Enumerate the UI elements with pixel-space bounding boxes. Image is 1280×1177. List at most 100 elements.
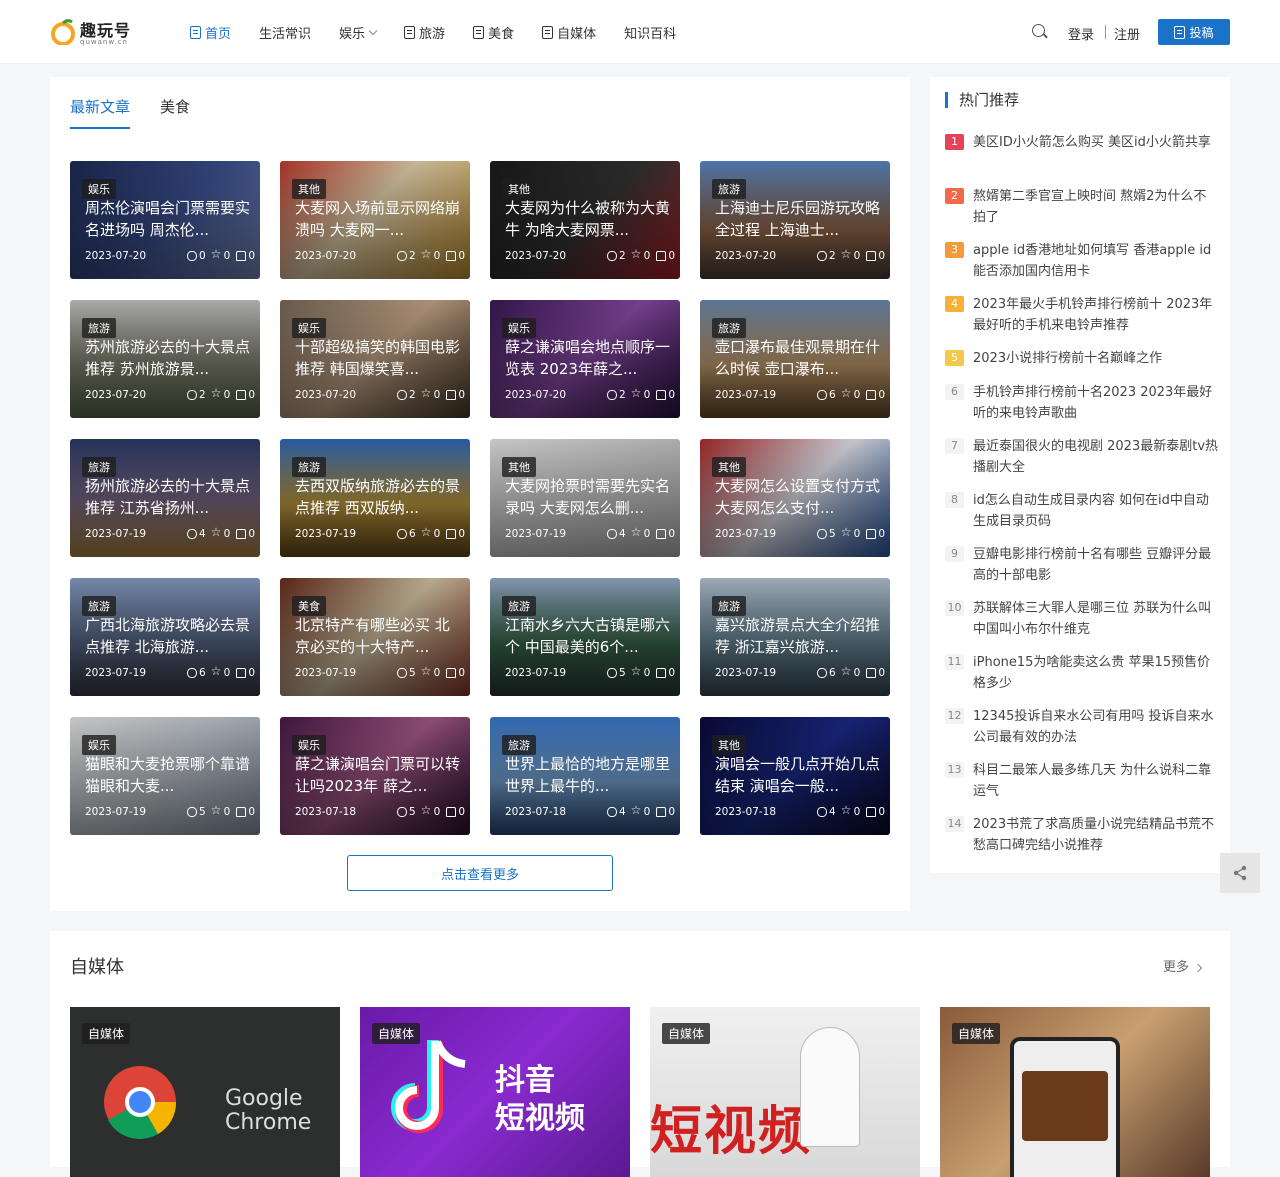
site-logo[interactable]: 趣玩号 quwanw.cn	[50, 17, 140, 49]
view-count: 6	[828, 389, 836, 401]
category-badge[interactable]: 旅游	[292, 457, 326, 477]
view-count: 5	[618, 667, 626, 679]
card-title[interactable]: 薛之谦演唱会地点顺序一览表 2023年薛之...	[505, 336, 670, 380]
article-card[interactable]: 娱乐十部超级搞笑的韩国电影推荐 韩国爆笑喜... 2023-07-20 2 0 0	[280, 300, 470, 418]
view-count: 6	[828, 667, 836, 679]
login-link[interactable]: 登录	[1068, 24, 1094, 43]
category-badge[interactable]: 旅游	[82, 457, 116, 477]
article-card[interactable]: 其他大麦网入场前显示网络崩溃吗 大麦网一... 2023-07-20 2 0 0	[280, 161, 470, 279]
category-badge[interactable]: 旅游	[712, 596, 746, 616]
card-title[interactable]: 大麦网怎么设置支付方式 大麦网怎么支付...	[715, 475, 880, 519]
media-card[interactable]: Google Chrome 自媒体	[70, 1007, 340, 1177]
more-link[interactable]: 更多	[1163, 956, 1203, 975]
nav-item-2[interactable]: 娱乐	[339, 0, 378, 64]
card-title[interactable]: 扬州旅游必去的十大景点推荐 江苏省扬州...	[85, 475, 250, 519]
nav-item-3[interactable]: 旅游	[404, 0, 445, 64]
article-card[interactable]: 其他大麦网为什么被称为大黄牛 为啥大麦网票... 2023-07-20 2 0 0	[490, 161, 680, 279]
article-card[interactable]: 旅游广西北海旅游攻略必去景点推荐 北海旅游... 2023-07-19 6 0 0	[70, 578, 260, 696]
media-card[interactable]: 自媒体	[940, 1007, 1210, 1177]
card-title[interactable]: 广西北海旅游攻略必去景点推荐 北海旅游...	[85, 614, 250, 658]
category-badge[interactable]: 其他	[712, 457, 746, 477]
article-card[interactable]: 旅游壶口瀑布最佳观景期在什么时候 壶口瀑布... 2023-07-19 6 0 0	[700, 300, 890, 418]
category-badge[interactable]: 其他	[292, 179, 326, 199]
star-count: 0	[223, 389, 231, 401]
card-title[interactable]: 十部超级搞笑的韩国电影推荐 韩国爆笑喜...	[295, 336, 460, 380]
hot-item-title: 美区ID小火箭怎么购买 美区id小火箭共享	[973, 135, 1211, 150]
card-meta: 2023-07-19 5 0 0	[715, 525, 885, 540]
load-more-button[interactable]: 点击查看更多	[347, 855, 613, 891]
thumbs-up-icon	[446, 251, 457, 261]
card-title[interactable]: 薛之谦演唱会门票可以转让吗2023年 薛之...	[295, 753, 460, 797]
article-card[interactable]: 旅游世界上最恰的地方是哪里 世界上最牛的... 2023-07-18 4 0 0	[490, 717, 680, 835]
category-badge[interactable]: 自媒体	[372, 1023, 421, 1044]
category-badge[interactable]: 旅游	[502, 596, 536, 616]
card-title[interactable]: 大麦网抢票时需要先实名录吗 大麦网怎么删...	[505, 475, 670, 519]
card-title[interactable]: 大麦网为什么被称为大黄牛 为啥大麦网票...	[505, 197, 670, 241]
category-badge[interactable]: 旅游	[82, 318, 116, 338]
card-title[interactable]: 苏州旅游必去的十大景点推荐 苏州旅游景...	[85, 336, 250, 380]
article-card[interactable]: 旅游江南水乡六大古镇是哪六个 中国最美的6个... 2023-07-19 5 0 0	[490, 578, 680, 696]
article-card[interactable]: 其他大麦网怎么设置支付方式 大麦网怎么支付... 2023-07-19 5 0 0	[700, 439, 890, 557]
article-card[interactable]: 旅游扬州旅游必去的十大景点推荐 江苏省扬州... 2023-07-19 4 0 0	[70, 439, 260, 557]
card-title[interactable]: 世界上最恰的地方是哪里 世界上最牛的...	[505, 753, 670, 797]
article-card[interactable]: 旅游嘉兴旅游景点大全介绍推荐 浙江嘉兴旅游... 2023-07-19 6 0 0	[700, 578, 890, 696]
media-card[interactable]: 抖音 短视频 自媒体	[360, 1007, 630, 1177]
category-badge[interactable]: 旅游	[712, 318, 746, 338]
like-count: 0	[458, 806, 465, 818]
star-icon	[211, 664, 222, 678]
post-button[interactable]: 投稿	[1158, 19, 1230, 45]
card-title[interactable]: 猫眼和大麦抢票哪个靠谱 猫眼和大麦...	[85, 753, 250, 797]
card-title[interactable]: 壶口瀑布最佳观景期在什么时候 壶口瀑布...	[715, 336, 880, 380]
card-title[interactable]: 大麦网入场前显示网络崩溃吗 大麦网一...	[295, 197, 460, 241]
category-badge[interactable]: 旅游	[82, 596, 116, 616]
article-card[interactable]: 娱乐周杰伦演唱会门票需要实名进场吗 周杰伦... 2023-07-20 0 0 0	[70, 161, 260, 279]
article-card[interactable]: 旅游去西双版纳旅游必去的景点推荐 西双版纳... 2023-07-19 6 0 0	[280, 439, 470, 557]
category-badge[interactable]: 美食	[292, 596, 326, 616]
category-badge[interactable]: 娱乐	[502, 318, 536, 338]
category-badge[interactable]: 娱乐	[82, 179, 116, 199]
category-badge[interactable]: 旅游	[502, 735, 536, 755]
card-meta: 2023-07-20 2 0 0	[505, 247, 675, 262]
star-count: 0	[853, 806, 861, 818]
article-card[interactable]: 旅游苏州旅游必去的十大景点推荐 苏州旅游景... 2023-07-20 2 0 0	[70, 300, 260, 418]
card-title[interactable]: 嘉兴旅游景点大全介绍推荐 浙江嘉兴旅游...	[715, 614, 880, 658]
article-card[interactable]: 其他演唱会一般几点开始几点结束 演唱会一般... 2023-07-18 4 0 0	[700, 717, 890, 835]
card-title[interactable]: 北京特产有哪些必买 北京必买的十大特产...	[295, 614, 460, 658]
thumbs-up-icon	[866, 390, 877, 400]
nav-item-0[interactable]: 首页	[190, 0, 231, 64]
category-badge[interactable]: 自媒体	[82, 1023, 131, 1044]
view-count: 4	[618, 806, 626, 818]
card-title[interactable]: 演唱会一般几点开始几点结束 演唱会一般...	[715, 753, 880, 797]
category-badge[interactable]: 娱乐	[82, 735, 116, 755]
category-badge[interactable]: 其他	[712, 735, 746, 755]
tab-food[interactable]: 美食	[160, 96, 190, 129]
card-title[interactable]: 周杰伦演唱会门票需要实名进场吗 周杰伦...	[85, 197, 250, 241]
view-count: 4	[618, 528, 626, 540]
thumbs-up-icon	[236, 807, 247, 817]
card-title[interactable]: 江南水乡六大古镇是哪六个 中国最美的6个...	[505, 614, 670, 658]
card-title[interactable]: 去西双版纳旅游必去的景点推荐 西双版纳...	[295, 475, 460, 519]
article-card[interactable]: 娱乐薛之谦演唱会门票可以转让吗2023年 薛之... 2023-07-18 5 0 0	[280, 717, 470, 835]
tab-latest[interactable]: 最新文章	[70, 96, 131, 129]
nav-item-5[interactable]: 自媒体	[542, 0, 596, 64]
nav-item-6[interactable]: 知识百科	[624, 0, 676, 64]
article-card[interactable]: 娱乐薛之谦演唱会地点顺序一览表 2023年薛之... 2023-07-20 2 0 0	[490, 300, 680, 418]
category-badge[interactable]: 自媒体	[952, 1023, 1001, 1044]
category-badge[interactable]: 旅游	[712, 179, 746, 199]
search-icon[interactable]	[1032, 24, 1048, 40]
category-badge[interactable]: 其他	[502, 179, 536, 199]
category-badge[interactable]: 自媒体	[662, 1023, 711, 1044]
article-card[interactable]: 娱乐猫眼和大麦抢票哪个靠谱 猫眼和大麦... 2023-07-19 5 0 0	[70, 717, 260, 835]
category-badge[interactable]: 娱乐	[292, 735, 326, 755]
article-card[interactable]: 其他大麦网抢票时需要先实名录吗 大麦网怎么删... 2023-07-19 4 0 0	[490, 439, 680, 557]
nav-item-1[interactable]: 生活常识	[259, 0, 311, 64]
category-badge[interactable]: 其他	[502, 457, 536, 477]
media-card[interactable]: 短视频 自媒体	[650, 1007, 920, 1177]
nav-item-4[interactable]: 美食	[473, 0, 514, 64]
article-card[interactable]: 旅游上海迪士尼乐园游玩攻略全过程 上海迪士... 2023-07-20 2 0 0	[700, 161, 890, 279]
card-title[interactable]: 上海迪士尼乐园游玩攻略全过程 上海迪士...	[715, 197, 880, 241]
article-card[interactable]: 美食北京特产有哪些必买 北京必买的十大特产... 2023-07-19 5 0 0	[280, 578, 470, 696]
register-link[interactable]: 注册	[1114, 24, 1140, 43]
share-button[interactable]	[1220, 853, 1260, 893]
category-badge[interactable]: 娱乐	[292, 318, 326, 338]
